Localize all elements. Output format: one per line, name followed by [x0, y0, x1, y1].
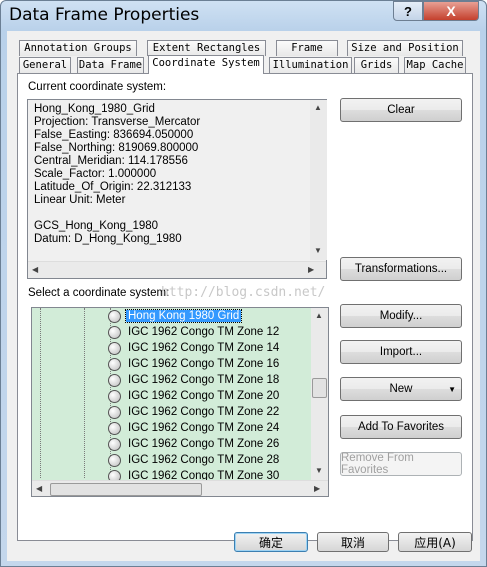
tab-frame[interactable]: Frame — [276, 40, 338, 56]
scroll-left-icon[interactable]: ◀ — [36, 484, 42, 493]
current-cs-textbox: Hong_Kong_1980_Grid Projection: Transver… — [27, 99, 327, 279]
ok-button[interactable]: 确定 — [234, 532, 308, 552]
help-button[interactable]: ? — [393, 1, 423, 21]
tab-extent-rectangles[interactable]: Extent Rectangles — [147, 40, 266, 56]
globe-icon — [108, 373, 121, 387]
tree-item[interactable]: IGC 1962 Congo TM Zone 12 — [108, 324, 281, 340]
tree-item-label[interactable]: IGC 1962 Congo TM Zone 22 — [126, 406, 281, 418]
tab-coordinate-system[interactable]: Coordinate System — [148, 55, 264, 74]
scroll-down-icon[interactable]: ▼ — [315, 466, 323, 475]
scroll-right-icon[interactable]: ▶ — [314, 484, 320, 493]
tree-guide-line — [84, 308, 85, 478]
tab-general[interactable]: General — [19, 57, 71, 73]
tree-item-label[interactable]: IGC 1962 Congo TM Zone 28 — [126, 454, 281, 466]
title-bar: Data Frame Properties ? X — [1, 1, 486, 31]
current-cs-hscroll[interactable]: ◀ ▶ — [28, 261, 326, 278]
tree-vscroll[interactable]: ▲ ▼ — [311, 308, 328, 480]
cancel-button[interactable]: 取消 — [317, 532, 389, 552]
globe-icon — [108, 389, 121, 403]
apply-button[interactable]: 应用(A) — [398, 532, 472, 552]
scroll-up-icon[interactable]: ▲ — [315, 311, 323, 320]
tree-item[interactable]: IGC 1962 Congo TM Zone 22 — [108, 404, 281, 420]
dialog-window: Data Frame Properties ? X Annotation Gro… — [0, 0, 487, 567]
tree-item[interactable]: IGC 1962 Congo TM Zone 14 — [108, 340, 281, 356]
select-cs-label: Select a coordinate system: — [28, 287, 170, 299]
tree-item-label[interactable]: IGC 1962 Congo TM Zone 16 — [126, 358, 281, 370]
current-cs-vscroll[interactable]: ▲ ▼ — [310, 100, 327, 260]
tree-item[interactable]: Hong Kong 1980 Grid — [108, 308, 243, 324]
tree-item[interactable]: IGC 1962 Congo TM Zone 16 — [108, 356, 281, 372]
cs-line: False_Northing: 819069.800000 — [34, 142, 199, 154]
globe-icon — [108, 309, 121, 323]
tree-item-label[interactable]: Hong Kong 1980 Grid — [124, 309, 243, 323]
cs-line: Projection: Transverse_Mercator — [34, 116, 201, 128]
cs-line: Hong_Kong_1980_Grid — [34, 103, 155, 115]
scroll-left-icon[interactable]: ◀ — [32, 265, 38, 274]
globe-icon — [108, 341, 121, 355]
tab-data-frame[interactable]: Data Frame — [77, 57, 144, 73]
modify-button[interactable]: Modify... — [340, 304, 462, 328]
new-button[interactable]: New ▼ — [340, 377, 462, 401]
tab-grids[interactable]: Grids — [354, 57, 399, 73]
tab-size-position[interactable]: Size and Position — [347, 40, 463, 56]
tree-item-label[interactable]: IGC 1962 Congo TM Zone 14 — [126, 342, 281, 354]
cs-line: Datum: D_Hong_Kong_1980 — [34, 233, 182, 245]
cs-line: Central_Meridian: 114.178556 — [34, 155, 188, 167]
tree-guide-line — [40, 308, 41, 478]
globe-icon — [108, 357, 121, 371]
tree-hscroll[interactable]: ◀ ▶ — [32, 480, 328, 496]
globe-icon — [108, 325, 121, 339]
tree-item[interactable]: IGC 1962 Congo TM Zone 18 — [108, 372, 281, 388]
add-to-favorites-button[interactable]: Add To Favorites — [340, 415, 462, 439]
cs-line: GCS_Hong_Kong_1980 — [34, 220, 159, 232]
watermark-text: http://blog.csdn.net/ — [161, 285, 326, 300]
tab-illumination[interactable]: Illumination — [269, 57, 352, 73]
tree-vscroll-thumb[interactable] — [312, 378, 327, 398]
transformations-button[interactable]: Transformations... — [340, 257, 462, 281]
close-button[interactable]: X — [423, 1, 479, 21]
tree-item-label[interactable]: IGC 1962 Congo TM Zone 26 — [126, 438, 281, 450]
globe-icon — [108, 437, 121, 451]
globe-icon — [108, 421, 121, 435]
tree-hscroll-thumb[interactable] — [50, 483, 202, 496]
tab-annotation-groups[interactable]: Annotation Groups — [19, 40, 137, 56]
new-button-label: New — [389, 383, 413, 395]
tree-item-label[interactable]: IGC 1962 Congo TM Zone 24 — [126, 422, 281, 434]
remove-from-favorites-button: Remove From Favorites — [340, 452, 462, 476]
scroll-up-icon[interactable]: ▲ — [314, 103, 322, 112]
coordinate-system-tree[interactable]: Hong Kong 1980 Grid IGC 1962 Congo TM Zo… — [31, 307, 329, 497]
globe-icon — [108, 453, 121, 467]
cs-line: Latitude_Of_Origin: 22.312133 — [34, 181, 192, 193]
tree-item-label[interactable]: IGC 1962 Congo TM Zone 12 — [126, 326, 281, 338]
clear-button[interactable]: Clear — [340, 98, 462, 122]
globe-icon — [108, 405, 121, 419]
dropdown-arrow-icon: ▼ — [448, 384, 456, 394]
dialog-title: Data Frame Properties — [9, 5, 200, 25]
cs-line: Scale_Factor: 1.000000 — [34, 168, 157, 180]
current-cs-label: Current coordinate system: — [28, 81, 167, 93]
tree-item-label[interactable]: IGC 1962 Congo TM Zone 18 — [126, 374, 281, 386]
tree-item[interactable]: IGC 1962 Congo TM Zone 28 — [108, 452, 281, 468]
scroll-right-icon[interactable]: ▶ — [308, 265, 314, 274]
tree-item-label[interactable]: IGC 1962 Congo TM Zone 20 — [126, 390, 281, 402]
cs-line: Linear Unit: Meter — [34, 194, 126, 206]
tab-map-cache[interactable]: Map Cache — [404, 57, 466, 73]
scroll-down-icon[interactable]: ▼ — [314, 246, 322, 255]
tree-item[interactable]: IGC 1962 Congo TM Zone 20 — [108, 388, 281, 404]
cs-line: False_Easting: 836694.050000 — [34, 129, 194, 141]
import-button[interactable]: Import... — [340, 340, 462, 364]
tree-item[interactable]: IGC 1962 Congo TM Zone 26 — [108, 436, 281, 452]
tree-item[interactable]: IGC 1962 Congo TM Zone 24 — [108, 420, 281, 436]
